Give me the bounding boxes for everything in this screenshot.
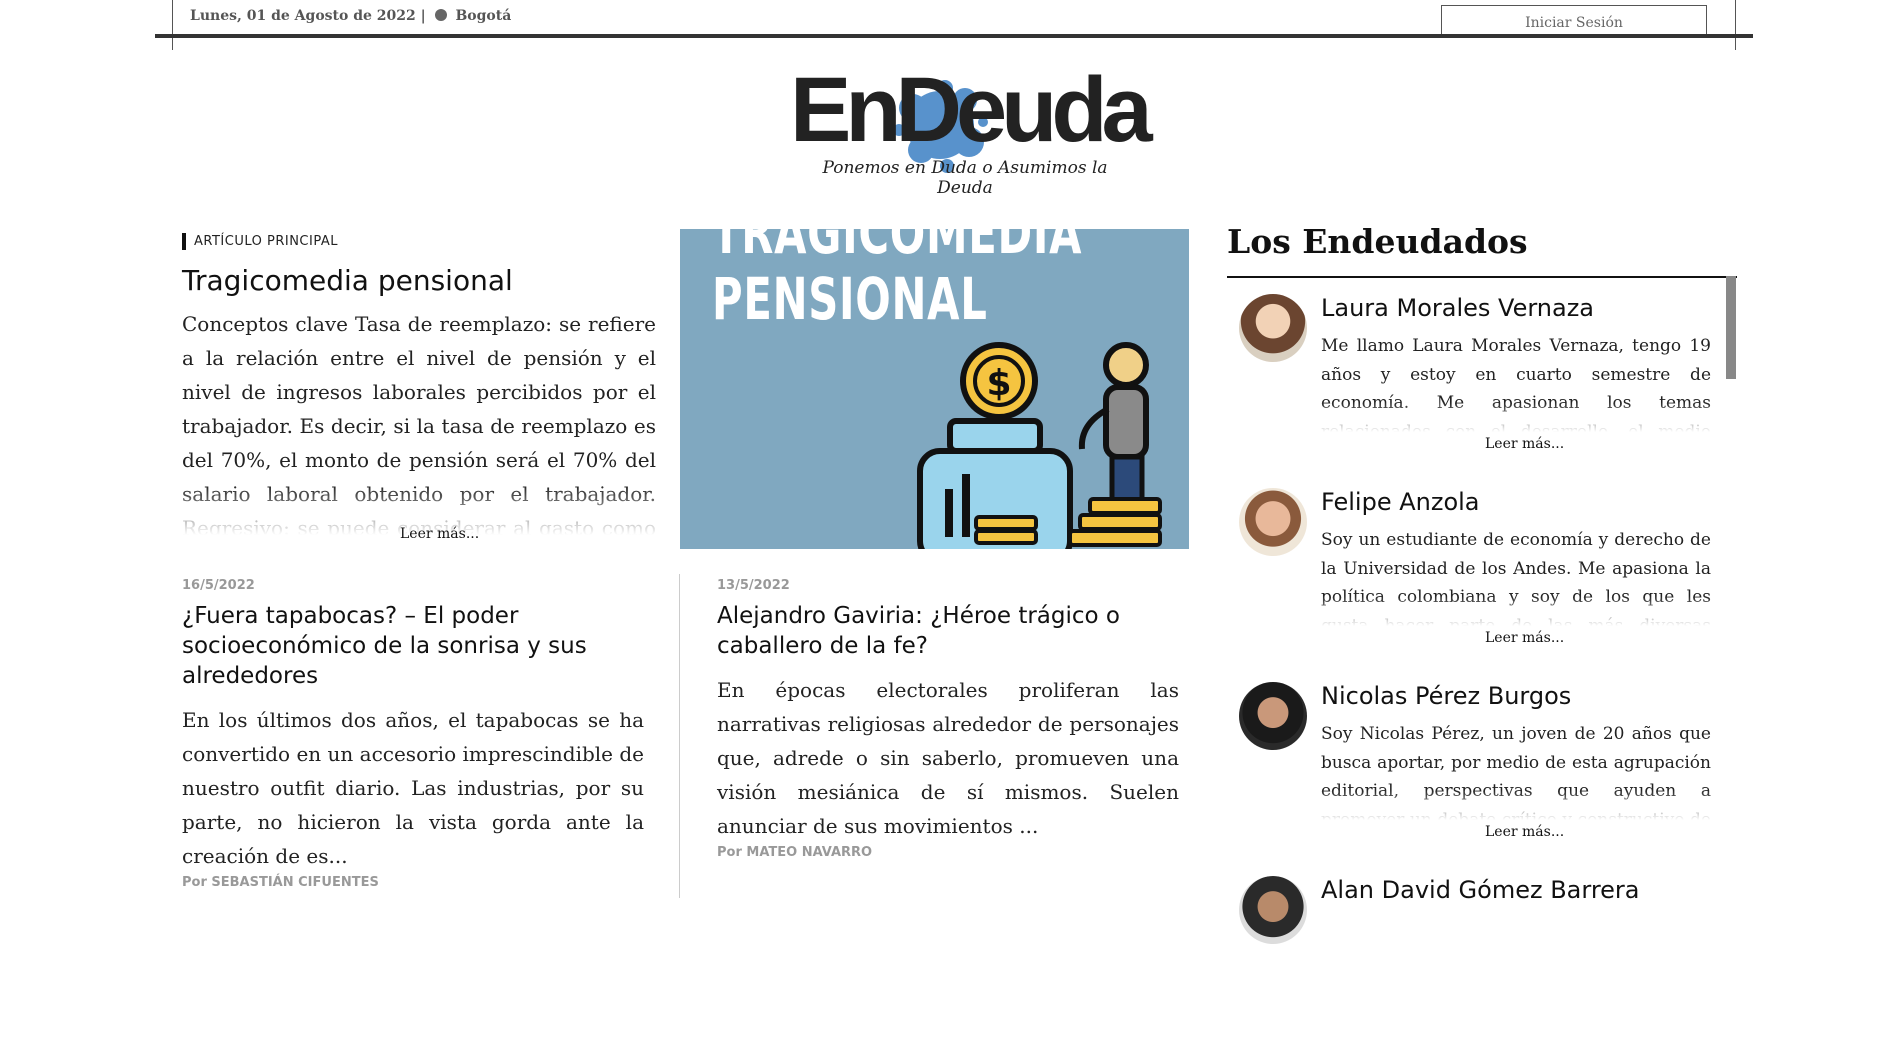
author-card: Laura Morales Vernaza Me llamo Laura Mor… — [1227, 282, 1717, 462]
main-article-title[interactable]: Tragicomedia pensional — [182, 264, 656, 297]
author-name[interactable]: Felipe Anzola — [1321, 488, 1480, 516]
image-title-line-1: TRAGICOMEDIA — [712, 229, 1083, 267]
author-read-more[interactable]: Leer más... — [1485, 824, 1564, 840]
author-bio: Soy un estudiante de economía y derecho … — [1321, 526, 1711, 626]
article-title[interactable]: ¿Fuera tapabocas? – El poder socioeconóm… — [182, 601, 644, 691]
tagline: Ponemos en Duda o Asumimos la Deuda — [822, 158, 1108, 198]
article-date: 13/5/2022 — [717, 578, 790, 593]
current-date: Lunes, 01 de Agosto de 2022 — [190, 8, 416, 24]
article-title[interactable]: Alejandro Gaviria: ¿Héroe trágico o caba… — [717, 601, 1179, 661]
sidebar-title: Los Endeudados — [1227, 222, 1528, 261]
author-name[interactable]: Laura Morales Vernaza — [1321, 294, 1594, 322]
article-author[interactable]: Por SEBASTIÁN CIFUENTES — [182, 875, 644, 890]
section-kicker: ARTÍCULO PRINCIPAL — [182, 233, 656, 250]
article-excerpt: En épocas electorales proliferan las nar… — [717, 678, 1179, 838]
sidebar-rule — [1227, 276, 1737, 278]
column-divider — [679, 574, 680, 898]
top-bar-divider-left — [172, 0, 173, 50]
bio-fade — [1321, 596, 1711, 626]
pension-jar-illustration: $ — [917, 342, 1162, 549]
author-name[interactable]: Nicolas Pérez Burgos — [1321, 682, 1571, 710]
separator: | — [420, 8, 431, 24]
main-article-excerpt: Conceptos clave Tasa de reemplazo: se re… — [182, 307, 656, 535]
avatar[interactable] — [1239, 682, 1307, 750]
bio-fade — [1321, 402, 1711, 432]
avatar[interactable] — [1239, 294, 1307, 362]
globe-icon — [434, 9, 447, 21]
author-card: Felipe Anzola Soy un estudiante de econo… — [1227, 476, 1717, 656]
sidebar-authors: Los Endeudados Laura Morales Vernaza Me … — [1227, 222, 1737, 944]
site-logo[interactable]: EnDeuda Ponemos en Duda o Asumimos la De… — [760, 59, 1160, 198]
author-bio: Me llamo Laura Morales Vernaza, tengo 19… — [1321, 332, 1711, 432]
article-card: 13/5/2022 Alejandro Gaviria: ¿Héroe trág… — [717, 578, 1179, 860]
image-title-line-2: PENSIONAL — [712, 265, 988, 333]
login-button[interactable]: Iniciar Sesión — [1441, 5, 1707, 37]
dateline: Lunes, 01 de Agosto de 2022 | Bogotá — [190, 8, 511, 24]
header-rule — [155, 34, 1753, 38]
svg-text:$: $ — [986, 363, 1011, 404]
main-article-read-more[interactable]: Leer más... — [400, 526, 479, 542]
article-card: 16/5/2022 ¿Fuera tapabocas? – El poder s… — [182, 578, 644, 890]
avatar[interactable] — [1239, 876, 1307, 944]
author-card: Alan David Gómez Barrera — [1227, 864, 1717, 1044]
top-bar: Lunes, 01 de Agosto de 2022 | Bogotá Ini… — [155, 0, 1753, 50]
article-date: 16/5/2022 — [182, 578, 255, 593]
author-name[interactable]: Alan David Gómez Barrera — [1321, 876, 1640, 904]
main-article-image[interactable]: TRAGICOMEDIA PENSIONAL $ — [680, 229, 1189, 549]
article-author[interactable]: Por MATEO NAVARRO — [717, 845, 1179, 860]
article-excerpt: En los últimos dos años, el tapabocas se… — [182, 708, 645, 868]
main-article: ARTÍCULO PRINCIPAL Tragicomedia pensiona… — [182, 233, 656, 535]
avatar[interactable] — [1239, 488, 1307, 556]
bio-fade — [1321, 790, 1711, 820]
author-bio: Soy Nicolas Pérez, un joven de 20 años q… — [1321, 720, 1711, 820]
author-read-more[interactable]: Leer más... — [1485, 630, 1564, 646]
current-city: Bogotá — [455, 8, 512, 24]
logo-wordmark: EnDeuda — [790, 59, 1153, 161]
author-read-more[interactable]: Leer más... — [1485, 436, 1564, 452]
top-bar-divider-right — [1735, 0, 1736, 50]
author-card: Nicolas Pérez Burgos Soy Nicolas Pérez, … — [1227, 670, 1717, 850]
sidebar-scrollbar[interactable] — [1726, 276, 1736, 379]
